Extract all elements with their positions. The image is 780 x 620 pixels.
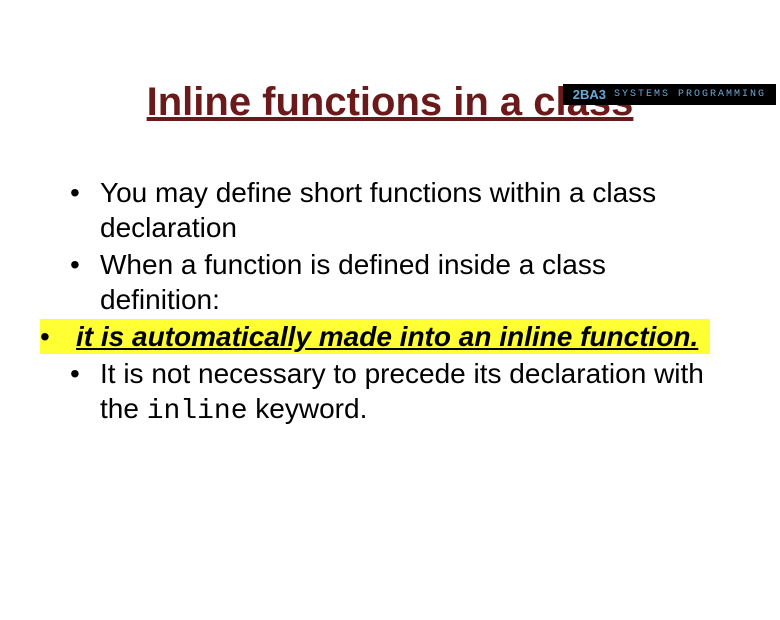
bullet-1: You may define short functions within a … bbox=[70, 175, 710, 245]
course-code: 2BA3 bbox=[573, 87, 606, 102]
bullet-4: It is not necessary to precede its decla… bbox=[70, 356, 710, 429]
bullet-2: When a function is defined inside a clas… bbox=[70, 247, 710, 317]
bullet-3-text: it is automatically made into an inline … bbox=[70, 321, 698, 352]
inline-keyword: inline bbox=[147, 396, 248, 427]
course-header: 2BA3 SYSTEMS PROGRAMMING bbox=[563, 84, 776, 105]
course-label: SYSTEMS PROGRAMMING bbox=[614, 89, 766, 100]
bullet-4-post: keyword. bbox=[248, 393, 368, 424]
bullet-list: You may define short functions within a … bbox=[70, 175, 710, 429]
bullet-3-highlight: it is automatically made into an inline … bbox=[70, 319, 710, 354]
